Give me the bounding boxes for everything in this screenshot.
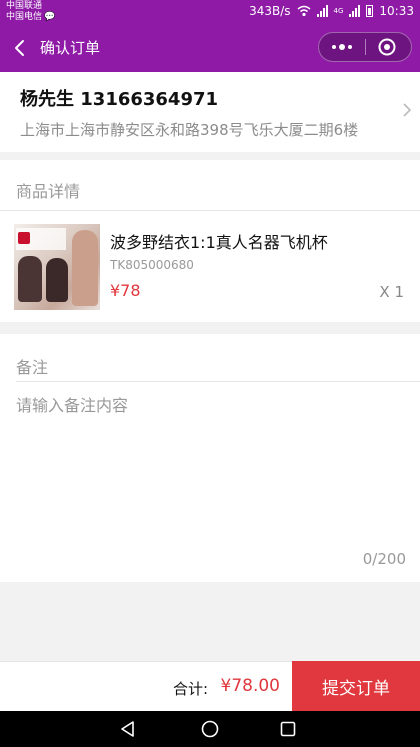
carrier-2: 中国电信 <box>6 12 43 22</box>
total-label: 合计: <box>172 680 208 698</box>
clock: 10:33 <box>379 4 414 18</box>
goods-section-title: 商品详情 <box>16 182 81 201</box>
total-amount: ¥78.00 <box>220 676 280 696</box>
status-bar: 中国联通 中国电信 💬 343B/s 4G 10:33 <box>0 0 420 24</box>
status-right: 343B/s 4G 10:33 <box>249 4 414 18</box>
product-quantity: X 1 <box>379 283 404 301</box>
recipient-name-phone: 杨先生 13166364971 <box>20 89 219 110</box>
chevron-right-icon <box>403 103 412 117</box>
product-code: TK805000680 <box>110 258 194 272</box>
remark-section-title: 备注 <box>16 358 49 377</box>
mini-program-capsule <box>318 32 412 62</box>
remark-char-counter: 0/200 <box>362 550 406 568</box>
divider <box>0 210 420 211</box>
target-circle-icon[interactable] <box>377 37 397 57</box>
signal-icon-2 <box>349 5 361 17</box>
capsule-divider <box>365 39 366 55</box>
remark-section: 备注 0/200 <box>0 334 420 582</box>
system-navigation-bar <box>0 711 420 747</box>
signal-type: 4G <box>333 7 344 15</box>
chevron-left-icon[interactable] <box>10 36 30 60</box>
wifi-icon <box>297 5 310 17</box>
goods-section: 商品详情 波多野结衣1:1真人名器飞机杯 TK805000680 ¥78 X 1 <box>0 160 420 322</box>
back-triangle-icon[interactable] <box>118 719 138 739</box>
remark-input[interactable] <box>16 392 404 542</box>
page-title: 确认订单 <box>40 39 101 57</box>
chat-bubble-icon: 💬 <box>44 12 56 22</box>
checkout-bar: 合计: ¥78.00 提交订单 <box>0 661 420 712</box>
address-detail: 上海市上海市静安区永和路398号飞乐大厦二期6楼 <box>20 121 359 139</box>
shipping-address-card[interactable]: 杨先生 13166364971 上海市上海市静安区永和路398号飞乐大厦二期6楼 <box>0 72 420 152</box>
product-price: ¥78 <box>110 281 141 300</box>
order-confirm-screen: 中国联通 中国电信 💬 343B/s 4G 10:33 确认订单 杨先生 131… <box>0 0 420 747</box>
divider <box>16 381 420 382</box>
battery-icon <box>366 5 374 17</box>
signal-icon-1 <box>316 5 328 17</box>
nav-bar: 确认订单 <box>0 24 420 72</box>
recents-square-icon[interactable] <box>278 719 298 739</box>
more-dots-icon[interactable] <box>331 42 353 52</box>
carrier-1: 中国联通 <box>6 1 43 11</box>
network-speed: 343B/s <box>249 4 291 18</box>
home-circle-icon[interactable] <box>200 719 220 739</box>
product-name: 波多野结衣1:1真人名器飞机杯 <box>110 233 328 252</box>
carrier-info: 中国联通 中国电信 💬 <box>6 1 55 23</box>
product-image[interactable] <box>14 224 100 310</box>
submit-order-button[interactable]: 提交订单 <box>292 661 420 712</box>
